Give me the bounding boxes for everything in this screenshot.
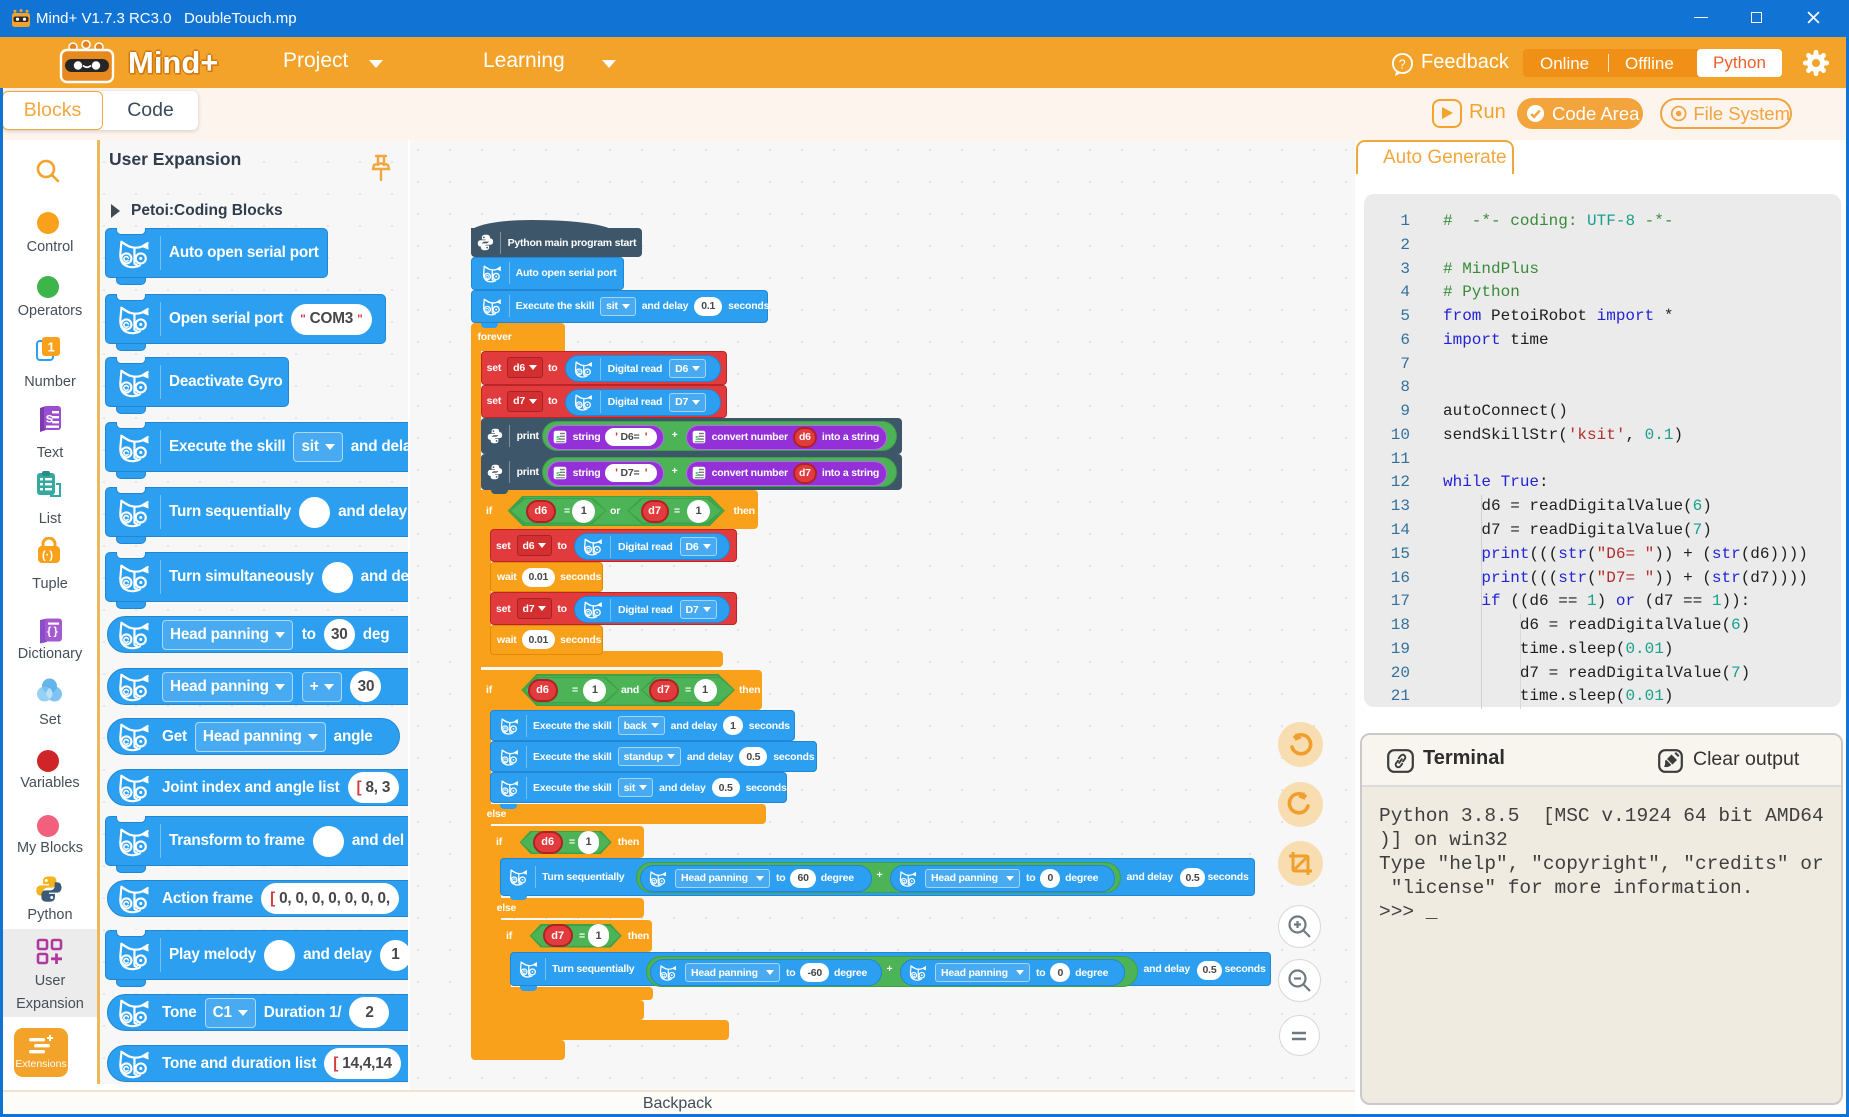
svg-text:?: ? [1399, 57, 1406, 71]
svg-text:{ }: { } [47, 626, 58, 638]
svg-text:(·): (·) [42, 550, 53, 562]
svg-text:1: 1 [48, 340, 55, 355]
